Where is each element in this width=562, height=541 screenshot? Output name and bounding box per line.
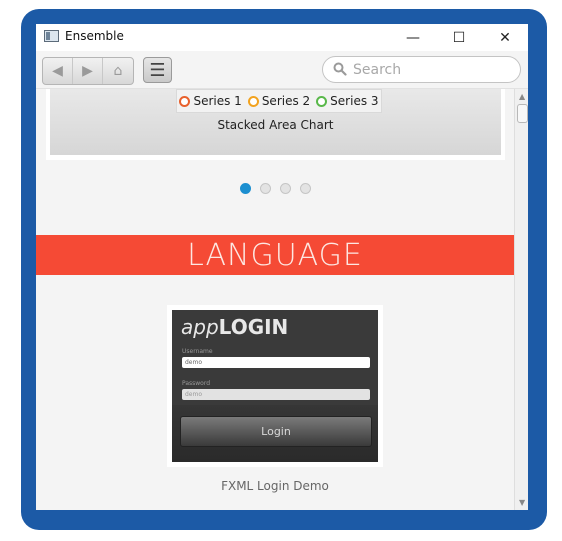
page-indicator — [240, 183, 311, 194]
chart-card[interactable]: Series 1 Series 2 Series 3 Stacked Area … — [46, 89, 505, 160]
close-button[interactable]: ✕ — [482, 24, 528, 51]
scroll-up-icon[interactable]: ▲ — [519, 92, 525, 101]
login-demo-card[interactable]: appLOGIN Username demo Password demo Log… — [167, 305, 383, 467]
legend-marker-icon — [316, 95, 328, 107]
password-field: demo — [182, 389, 370, 400]
minimize-button[interactable]: — — [390, 24, 436, 51]
menu-icon: ☰ — [149, 59, 166, 81]
scroll-thumb[interactable] — [517, 104, 528, 123]
title-bar: Ensemble — ☐ ✕ — [36, 24, 528, 51]
legend-label: Series 3 — [330, 94, 379, 108]
legend-item: Series 2 — [247, 94, 311, 108]
section-banner: LANGUAGE — [36, 235, 514, 275]
chart-legend: Series 1 Series 2 Series 3 — [176, 89, 382, 113]
scroll-down-icon[interactable]: ▼ — [519, 498, 525, 507]
home-icon: ⌂ — [113, 63, 123, 79]
login-demo-caption: FXML Login Demo — [221, 479, 329, 493]
home-button[interactable]: ⌂ — [103, 58, 133, 84]
login-form-area: appLOGIN Username demo Password demo — [172, 310, 378, 405]
legend-item: Series 1 — [179, 94, 242, 108]
login-brand-prefix: app — [181, 315, 219, 339]
toolbar: ◀ ▶ ⌂ ☰ Search — [36, 51, 528, 89]
password-label: Password — [182, 380, 211, 387]
legend-label: Series 1 — [193, 94, 242, 108]
chart-thumbnail: Series 1 Series 2 Series 3 Stacked Area … — [50, 89, 501, 155]
maximize-button[interactable]: ☐ — [436, 24, 482, 51]
page-dot[interactable] — [280, 183, 291, 194]
back-button[interactable]: ◀ — [43, 58, 73, 84]
navigation-group: ◀ ▶ ⌂ — [42, 57, 134, 85]
search-input[interactable]: Search — [322, 56, 521, 83]
menu-button[interactable]: ☰ — [143, 57, 172, 83]
page-dot[interactable] — [240, 183, 251, 194]
search-placeholder: Search — [353, 62, 402, 78]
legend-marker-icon — [247, 95, 259, 107]
page-dot[interactable] — [300, 183, 311, 194]
username-field: demo — [182, 357, 370, 368]
vertical-scrollbar[interactable]: ▲ ▼ — [514, 89, 528, 510]
app-icon — [44, 30, 59, 42]
login-brand: appLOGIN — [181, 315, 288, 339]
login-brand-main: LOGIN — [218, 315, 289, 339]
legend-marker-icon — [179, 95, 191, 107]
window-title: Ensemble — [65, 29, 124, 43]
legend-label: Series 2 — [261, 94, 311, 108]
section-title: LANGUAGE — [187, 237, 363, 273]
app-window: Ensemble — ☐ ✕ ◀ ▶ ⌂ ☰ Search Series 1 S… — [36, 24, 528, 510]
forward-icon: ▶ — [82, 63, 93, 79]
legend-item: Series 3 — [316, 94, 379, 108]
chart-caption: Stacked Area Chart — [217, 118, 334, 132]
search-icon — [333, 62, 347, 76]
forward-button[interactable]: ▶ — [73, 58, 103, 84]
username-label: Username — [182, 348, 213, 355]
back-icon: ◀ — [52, 63, 63, 79]
login-demo-thumbnail: appLOGIN Username demo Password demo Log… — [172, 310, 378, 462]
page-dot[interactable] — [260, 183, 271, 194]
login-button: Login — [180, 416, 372, 447]
content-area: Series 1 Series 2 Series 3 Stacked Area … — [36, 89, 514, 510]
